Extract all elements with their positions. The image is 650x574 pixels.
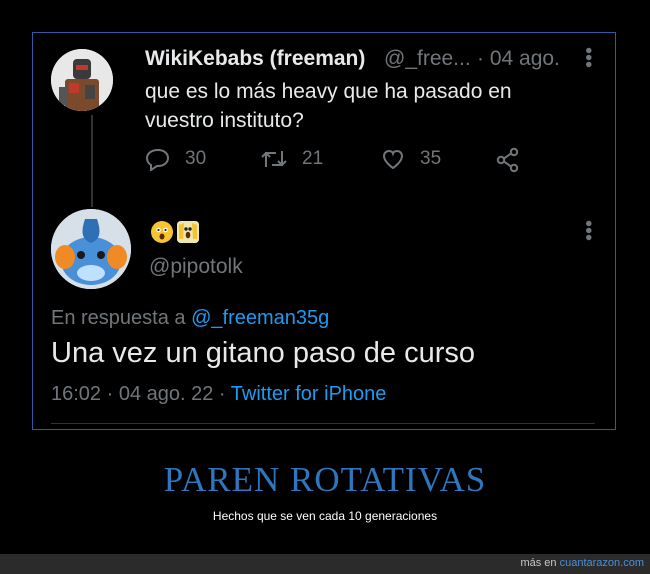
reply-button[interactable]: 30: [145, 147, 206, 171]
site-footer: más en cuantarazon.com: [0, 554, 650, 574]
astonished-face-emoji: [151, 221, 173, 243]
reply-meta: 16:02 · 04 ago. 22 · Twitter for iPhone: [51, 383, 386, 406]
tweet-date[interactable]: · 04 ago.: [477, 47, 560, 71]
footer-text: más en cuantarazon.com: [520, 557, 644, 569]
tweet-actions: 30 21 35: [145, 147, 565, 175]
heart-icon: [382, 149, 404, 170]
reply-source-link[interactable]: Twitter for iPhone: [231, 383, 387, 405]
astonished-face-icon: [152, 222, 172, 242]
reply-more-options-icon[interactable]: •••: [577, 220, 599, 241]
replying-to-line: En respuesta a @_freeman35g: [51, 307, 329, 330]
retweet-icon: [261, 151, 287, 167]
reply-icon: [145, 148, 170, 171]
reply-text: Una vez un gitano paso de curso: [51, 337, 475, 369]
share-button[interactable]: [495, 147, 535, 173]
more-options-icon[interactable]: •••: [577, 47, 599, 68]
like-count: 35: [420, 148, 442, 169]
caption-subtitle: Hechos que se ven cada 10 generaciones: [212, 509, 438, 523]
author-name[interactable]: WikiKebabs (freeman): [145, 47, 365, 71]
thread-connector-line: [91, 115, 93, 207]
author-avatar[interactable]: [51, 49, 113, 111]
retweet-count: 21: [302, 148, 324, 169]
footer-site-link[interactable]: cuantarazon.com: [560, 557, 644, 569]
mudkip-avatar-icon: [51, 209, 131, 289]
author-handle[interactable]: @_free...: [384, 47, 471, 71]
tweet-screenshot-frame: WikiKebabs (freeman) @_free... · 04 ago.…: [32, 32, 616, 430]
reply-author-avatar[interactable]: [51, 209, 131, 289]
reply-timestamp[interactable]: 16:02 · 04 ago. 22 ·: [51, 383, 226, 405]
footer-prefix: más en: [520, 557, 557, 569]
divider: [51, 423, 595, 424]
reply-author-name[interactable]: [151, 221, 199, 243]
replying-to-label: En respuesta a: [51, 307, 186, 329]
tweet-text: que es lo más heavy que ha pasado en vue…: [145, 80, 512, 132]
reply-count: 30: [185, 148, 207, 169]
replying-to-handle-link[interactable]: @_freeman35g: [191, 307, 329, 329]
screaming-face-emoji: [177, 221, 199, 243]
robot-avatar-icon: [51, 49, 113, 111]
caption-headline: PAREN ROTATIVAS: [163, 460, 487, 499]
share-icon: [496, 147, 519, 173]
reply-author-handle[interactable]: @pipotolk: [149, 255, 243, 279]
like-button[interactable]: 35: [380, 147, 441, 171]
screaming-face-icon: [177, 221, 199, 243]
retweet-button[interactable]: 21: [260, 147, 323, 171]
